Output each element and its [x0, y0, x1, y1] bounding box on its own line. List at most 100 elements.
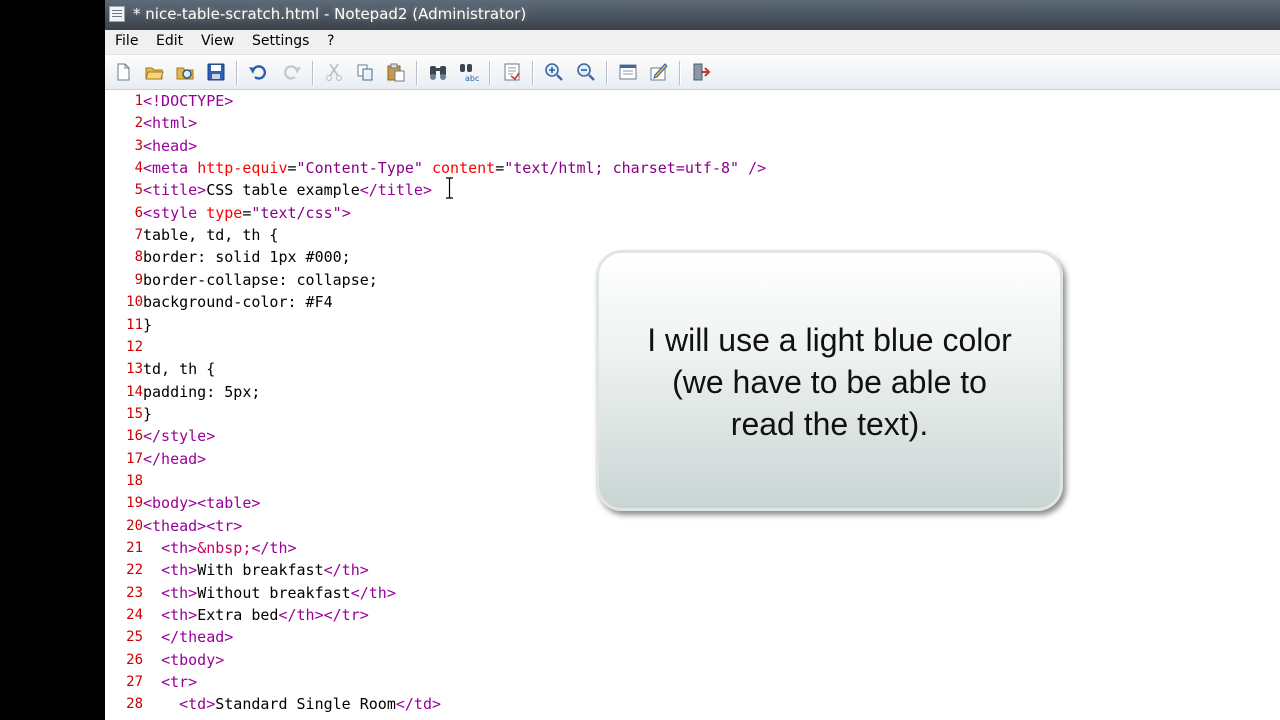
code-text[interactable]: <head> [143, 137, 197, 155]
settings-icon[interactable] [649, 62, 669, 82]
code-text[interactable]: </style> [143, 427, 215, 445]
code-token: "Content-Type" [296, 159, 432, 178]
code-token: <!DOCTYPE> [143, 92, 234, 110]
code-text[interactable]: <!DOCTYPE> [143, 92, 233, 110]
code-text[interactable]: border: solid 1px #000; [143, 248, 351, 266]
code-line[interactable]: 27 <tr> [105, 671, 1280, 693]
toolbar-separator [532, 61, 533, 85]
view-icon[interactable] [618, 62, 638, 82]
line-number: 13 [126, 361, 143, 378]
new-file-icon[interactable] [113, 62, 133, 82]
code-line[interactable]: 3 <head> [105, 135, 1280, 157]
svg-text:abc: abc [465, 74, 479, 82]
open-file-icon[interactable] [144, 62, 164, 82]
code-token: </th> [323, 561, 369, 580]
code-token: = [287, 159, 297, 178]
zoom-out-icon[interactable] [576, 62, 596, 82]
browse-icon[interactable] [175, 62, 195, 82]
menu-view[interactable]: View [201, 33, 234, 49]
code-token: </thead> [161, 628, 234, 647]
code-token: </title> [359, 181, 432, 200]
code-line[interactable]: 25 </thead> [105, 626, 1280, 648]
code-line[interactable]: 21 <th>&nbsp;</th> [105, 537, 1280, 559]
line-number: 1 [134, 93, 143, 109]
code-text[interactable]: background-color: #F4 [143, 293, 333, 311]
line-number: 7 [134, 227, 143, 244]
code-line[interactable]: 24 <th>Extra bed</th></tr> [105, 604, 1280, 626]
code-line[interactable]: 4 <meta http-equiv="Content-Type" content… [105, 157, 1280, 179]
code-line[interactable]: 5 <title>CSS table example</title> [105, 179, 1280, 201]
code-line[interactable]: 2 <html> [105, 112, 1280, 134]
copy-icon[interactable] [355, 62, 375, 82]
code-text[interactable]: <style type="text/css"> [143, 204, 351, 222]
menu-settings[interactable]: Settings [252, 33, 309, 49]
code-token: With breakfast [197, 561, 324, 580]
zoom-in-icon[interactable] [544, 62, 564, 82]
menu-file[interactable]: File [115, 33, 138, 49]
code-line[interactable]: 1 <!DOCTYPE> [105, 90, 1280, 112]
code-text[interactable]: <meta http-equiv="Content-Type" content=… [143, 159, 766, 177]
find-icon[interactable] [428, 62, 448, 82]
goto-icon[interactable] [502, 62, 522, 82]
code-text[interactable]: <html> [143, 114, 197, 132]
code-text[interactable]: <th>Extra bed</th></tr> [143, 606, 369, 624]
code-text[interactable]: <th>&nbsp;</th> [143, 539, 296, 557]
code-text[interactable]: <tbody> [143, 651, 224, 669]
code-token: </td> [395, 695, 442, 714]
code-text[interactable]: td, th { [143, 360, 215, 378]
code-text[interactable]: <th>With breakfast</th> [143, 561, 369, 579]
tutorial-callout: I will use a light blue color (we have t… [596, 250, 1063, 511]
replace-icon[interactable]: abc [459, 62, 479, 82]
code-text[interactable]: </head> [143, 450, 206, 468]
code-token: } [143, 404, 153, 423]
notepad-app-icon[interactable] [109, 6, 125, 22]
code-line[interactable]: 7 table, td, th { [105, 224, 1280, 246]
line-number: 26 [126, 651, 143, 668]
code-token: td, th { [143, 360, 216, 379]
code-text[interactable]: } [143, 316, 152, 334]
code-text[interactable]: <thead><tr> [143, 517, 242, 535]
exit-icon[interactable] [691, 62, 711, 82]
code-token: CSS table example [206, 181, 360, 200]
cut-icon[interactable] [324, 62, 344, 82]
title-bar[interactable]: * nice-table-scratch.html - Notepad2 (Ad… [105, 0, 1280, 30]
menu-help[interactable]: ? [327, 33, 334, 49]
code-token: <html> [143, 114, 198, 133]
paste-icon[interactable] [386, 62, 406, 82]
code-token: "text/css" [251, 203, 342, 222]
code-token: <body><table> [143, 494, 261, 513]
code-line[interactable]: 26 <tbody> [105, 649, 1280, 671]
code-text[interactable]: border-collapse: collapse; [143, 271, 378, 289]
menu-edit[interactable]: Edit [156, 33, 183, 49]
code-token: Without breakfast [197, 583, 351, 602]
code-line[interactable]: 22 <th>With breakfast</th> [105, 559, 1280, 581]
undo-icon[interactable] [248, 62, 268, 82]
line-number: 17 [126, 450, 143, 467]
window-title: * nice-table-scratch.html - Notepad2 (Ad… [133, 5, 527, 23]
line-number: 11 [126, 316, 143, 333]
callout-line: (we have to be able to [672, 364, 987, 400]
code-line[interactable]: 23 <th>Without breakfast</th> [105, 582, 1280, 604]
code-text[interactable]: <body><table> [143, 494, 260, 512]
code-text[interactable]: </thead> [143, 628, 233, 646]
code-text[interactable]: <title>CSS table example</title> [143, 181, 432, 199]
code-token: http-equiv [197, 159, 288, 178]
code-text[interactable]: } [143, 405, 152, 423]
code-line[interactable]: 6 <style type="text/css"> [105, 202, 1280, 224]
code-text[interactable]: <th>Without breakfast</th> [143, 584, 396, 602]
code-text[interactable]: <td>Standard Single Room</td> [143, 695, 441, 713]
code-token: > [341, 203, 351, 222]
line-number: 9 [134, 271, 143, 288]
code-token: <th> [161, 561, 198, 580]
code-token: Standard Single Room [215, 695, 396, 714]
code-text[interactable]: table, td, th { [143, 226, 278, 244]
code-line[interactable]: 20 <thead><tr> [105, 515, 1280, 537]
redo-icon[interactable] [282, 62, 302, 82]
code-text[interactable]: <tr> [143, 673, 197, 691]
code-token: &nbsp; [197, 539, 252, 557]
code-text[interactable]: padding: 5px; [143, 383, 260, 401]
code-line[interactable]: 28 <td>Standard Single Room</td> [105, 693, 1280, 715]
code-token: <td> [179, 695, 216, 714]
save-icon[interactable] [206, 62, 226, 82]
